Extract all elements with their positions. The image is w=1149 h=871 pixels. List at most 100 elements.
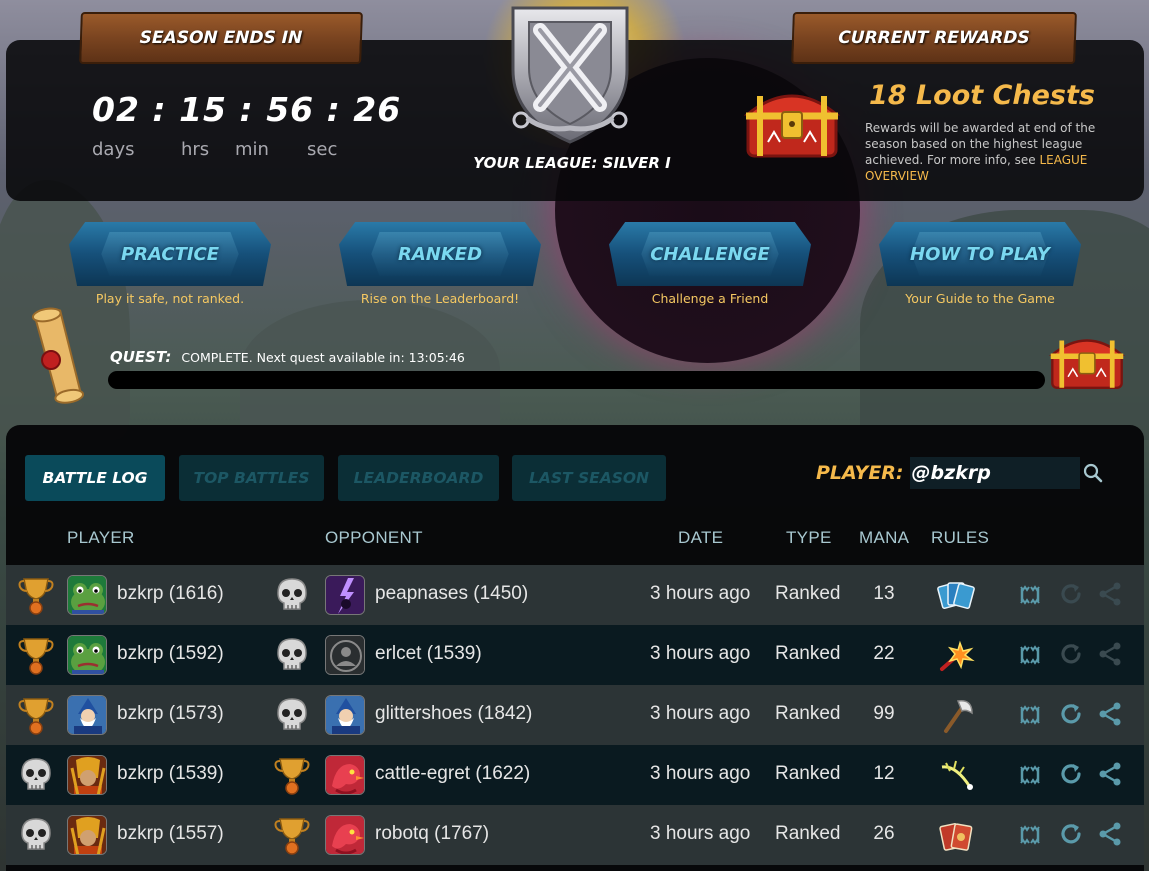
table-row: bzkrp (1539) cattle-egret (1622) 3 hours… [6,745,1144,805]
challenge-subtitle: Challenge a Friend [651,291,769,306]
share-icon[interactable] [1097,761,1123,787]
view-teams-icon[interactable] [1018,643,1042,667]
silver-league-emblem-icon [511,6,629,144]
opponent-name[interactable]: peapnases (1450) [375,583,528,605]
countdown-unit-hrs: hrs [181,139,210,160]
table-row: bzkrp (1616) peapnases (1450) 3 hours ag… [6,565,1144,625]
practice-mode[interactable]: PRACTICE Play it safe, not ranked. [69,222,271,306]
share-icon[interactable] [1097,821,1123,847]
loot-chest-icon [743,94,841,158]
quest-chest-icon[interactable] [1046,328,1128,394]
ranked-button[interactable]: RANKED [339,222,541,286]
player-name[interactable]: bzkrp (1557) [117,823,224,845]
quest-progress-bar [108,371,1045,389]
quest-scroll-icon [31,307,85,404]
column-header-opponent: OPPONENT [325,528,423,547]
countdown-unit-days: days [92,139,135,160]
practice-button-label: PRACTICE [120,243,220,265]
player-name[interactable]: bzkrp (1616) [117,583,224,605]
opponent-avatar[interactable] [325,755,365,795]
battle-type: Ranked [775,763,841,784]
replay-icon[interactable] [1058,701,1084,727]
view-teams-icon[interactable] [1018,823,1042,847]
view-teams-icon[interactable] [1018,703,1042,727]
challenge-mode[interactable]: CHALLENGE Challenge a Friend [609,222,811,306]
countdown-unit-min: min [235,139,269,160]
column-header-mana: MANA [859,528,910,547]
table-row: bzkrp (1557) robotq (1767) 3 hours ago R… [6,805,1144,865]
trophy-icon [274,755,310,795]
view-teams-icon[interactable] [1018,583,1042,607]
player-avatar[interactable] [67,755,107,795]
replay-icon[interactable] [1058,641,1084,667]
column-header-date: DATE [678,528,724,547]
player-name[interactable]: bzkrp (1573) [117,703,224,725]
explosion-icon[interactable] [936,637,976,675]
spark-icon[interactable] [936,757,976,795]
opponent-name[interactable]: erlcet (1539) [375,643,482,665]
skull-icon [18,815,54,855]
mana-cap: 26 [873,823,895,844]
player-avatar[interactable] [67,635,107,675]
quest-text: COMPLETE. Next quest available in: 13:05… [181,349,465,365]
season-ends-plank: SEASON ENDS IN [79,12,363,64]
practice-button[interactable]: PRACTICE [69,222,271,286]
player-search-label: PLAYER: [816,462,904,484]
opponent-name[interactable]: robotq (1767) [375,823,489,845]
skull-icon [274,575,310,615]
battle-type: Ranked [775,703,841,724]
replay-icon[interactable] [1058,821,1084,847]
battle-type: Ranked [775,583,841,604]
how-to-play-button[interactable]: HOW TO PLAY [879,222,1081,286]
opponent-name[interactable]: cattle-egret (1622) [375,763,530,785]
search-icon[interactable] [1081,461,1105,485]
battle-date: 3 hours ago [650,703,751,724]
battle-type: Ranked [775,823,841,844]
ranked-button-label: RANKED [397,243,483,265]
quest-status: QUEST: COMPLETE. Next quest available in… [110,348,465,366]
replay-icon[interactable] [1058,581,1084,607]
mana-cap: 22 [873,643,895,664]
axe-icon[interactable] [936,697,976,735]
opponent-avatar[interactable] [325,635,365,675]
current-rewards-label: CURRENT REWARDS [838,28,1030,48]
share-icon[interactable] [1097,581,1123,607]
opponent-avatar[interactable] [325,815,365,855]
skull-icon [274,695,310,735]
opponent-avatar[interactable] [325,575,365,615]
column-header-player: PLAYER [67,528,135,547]
practice-subtitle: Play it safe, not ranked. [95,291,245,306]
player-avatar[interactable] [67,695,107,735]
tab-last-season[interactable]: LAST SEASON [512,455,666,501]
share-icon[interactable] [1097,641,1123,667]
battle-type: Ranked [775,643,841,664]
tab-leaderboard[interactable]: LEADERBOARD [338,455,499,501]
share-icon[interactable] [1097,701,1123,727]
mana-cap: 13 [873,583,895,604]
tab-battle-log[interactable]: BATTLE LOG [25,455,165,501]
challenge-button[interactable]: CHALLENGE [609,222,811,286]
ranked-mode[interactable]: RANKED Rise on the Leaderboard! [339,222,541,306]
player-search: PLAYER: [816,457,1080,489]
column-header-rules: RULES [931,528,990,547]
view-teams-icon[interactable] [1018,763,1042,787]
how-to-play-mode[interactable]: HOW TO PLAY Your Guide to the Game [879,222,1081,306]
player-name[interactable]: bzkrp (1592) [117,643,224,665]
player-name[interactable]: bzkrp (1539) [117,763,224,785]
how-to-play-button-label: HOW TO PLAY [910,243,1050,265]
player-avatar[interactable] [67,815,107,855]
replay-icon[interactable] [1058,761,1084,787]
opponent-avatar[interactable] [325,695,365,735]
battle-panel: BATTLE LOG TOP BATTLES LEADERBOARD LAST … [6,425,1144,871]
player-search-input[interactable] [909,457,1080,489]
skull-icon [274,635,310,675]
player-avatar[interactable] [67,575,107,615]
tab-top-battles[interactable]: TOP BATTLES [179,455,324,501]
current-rewards-plank: CURRENT REWARDS [791,12,1077,64]
cards-red-icon[interactable] [936,817,976,855]
mana-cap: 12 [873,763,895,784]
season-ends-label: SEASON ENDS IN [139,28,303,48]
cards-blue-icon[interactable] [936,577,976,615]
opponent-name[interactable]: glittershoes (1842) [375,703,532,725]
rewards-description: Rewards will be awarded at end of the se… [865,120,1135,184]
